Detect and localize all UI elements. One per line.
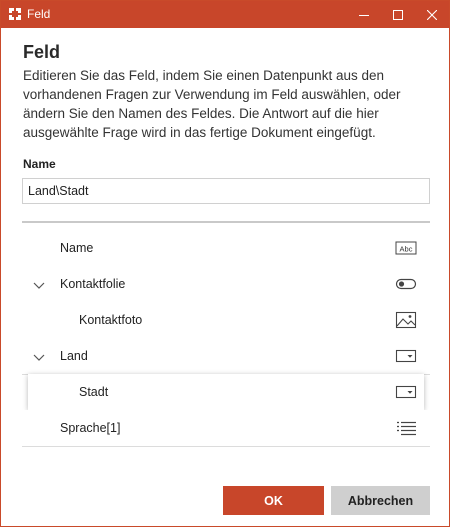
title-bar[interactable]: Feld [1,1,449,28]
chevron-down-icon[interactable] [33,278,45,290]
dialog-description: Editieren Sie das Feld, indem Sie einen … [23,68,401,140]
window-title: Feld [27,7,51,21]
name-input[interactable] [22,178,430,204]
text-field-icon: Abc [395,238,417,258]
tree-item-label: Land [60,349,88,363]
app-logo-icon [8,7,22,21]
dropdown-icon [395,382,417,402]
tree-item-label: Name [60,241,94,255]
tree-item-sprache[interactable]: Sprache[1] [22,410,430,447]
tree-item-label: Kontaktfolie [60,277,126,291]
list-icon [395,418,417,438]
svg-text:Abc: Abc [400,245,413,254]
separator [22,221,430,223]
tree-item-label: Kontaktfoto [79,313,143,327]
tree-item-kontaktfolie[interactable]: Kontaktfolie [22,266,430,303]
tree-item-stadt[interactable]: Stadt [28,374,424,410]
ok-button[interactable]: OK [223,486,324,515]
dialog-window: Feld Feld Editieren Sie das Feld, indem … [0,0,450,527]
cancel-button[interactable]: Abbrechen [331,486,430,515]
tree-item-label: Sprache[1] [60,421,121,435]
tree-item-label: Stadt [79,385,109,399]
image-icon [395,310,417,330]
chevron-down-icon[interactable] [33,350,45,362]
close-icon[interactable] [415,1,449,28]
name-label: Name [23,157,56,171]
minimize-icon[interactable] [347,1,381,28]
tree-item-name[interactable]: Name Abc [22,230,430,267]
tree-item-kontaktfoto[interactable]: Kontaktfoto [22,302,430,339]
tree-item-land[interactable]: Land [22,338,430,375]
dialog-heading: Feld [23,42,61,62]
dropdown-icon [395,346,417,366]
maximize-icon[interactable] [381,1,415,28]
toggle-icon [395,274,417,294]
